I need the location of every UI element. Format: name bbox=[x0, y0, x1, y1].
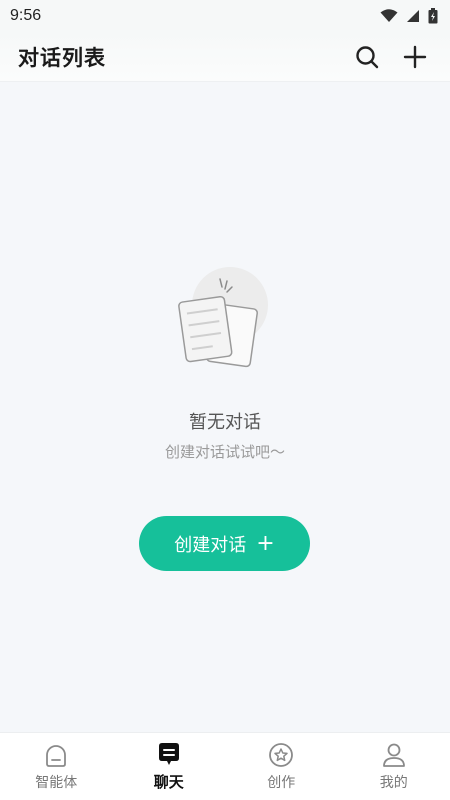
empty-state-title: 暂无对话 bbox=[189, 412, 261, 433]
search-icon bbox=[356, 45, 379, 68]
add-conversation-button[interactable] bbox=[402, 44, 428, 70]
robot-face-icon bbox=[46, 744, 67, 767]
bottom-tab-bar: 智能体 聊天 创作 我的 bbox=[0, 732, 450, 800]
tab-create[interactable]: 创作 bbox=[225, 742, 337, 792]
chat-bubble-icon bbox=[158, 743, 179, 765]
empty-documents-icon bbox=[178, 267, 268, 368]
plus-icon: + bbox=[256, 530, 275, 556]
empty-state-subtitle: 创建对话试试吧～ bbox=[164, 443, 285, 461]
tab-label: 聊天 bbox=[153, 773, 184, 791]
create-conversation-button[interactable]: 创建对话 + bbox=[139, 516, 310, 571]
status-icons bbox=[380, 8, 438, 24]
status-bar: 9:56 bbox=[0, 0, 450, 32]
status-time: 9:56 bbox=[10, 7, 42, 24]
tab-agents[interactable]: 智能体 bbox=[0, 742, 112, 792]
tab-label: 我的 bbox=[379, 774, 408, 791]
conversation-list-area: 暂无对话 创建对话试试吧～ 创建对话 + bbox=[0, 83, 450, 732]
search-button[interactable] bbox=[354, 44, 380, 70]
person-icon bbox=[382, 743, 405, 767]
cellular-signal-icon bbox=[407, 10, 419, 22]
tab-label: 创作 bbox=[267, 774, 296, 791]
app-header: 对话列表 bbox=[0, 32, 450, 82]
tab-me[interactable]: 我的 bbox=[338, 742, 450, 792]
plus-icon bbox=[403, 45, 427, 68]
star-badge-icon bbox=[269, 742, 294, 767]
battery-icon bbox=[428, 8, 438, 24]
page-title: 对话列表 bbox=[18, 45, 106, 70]
wifi-icon bbox=[380, 9, 398, 22]
tab-label: 智能体 bbox=[35, 774, 78, 791]
tab-chat[interactable]: 聊天 bbox=[113, 741, 225, 792]
header-actions bbox=[354, 44, 428, 70]
create-conversation-label: 创建对话 bbox=[174, 534, 247, 556]
